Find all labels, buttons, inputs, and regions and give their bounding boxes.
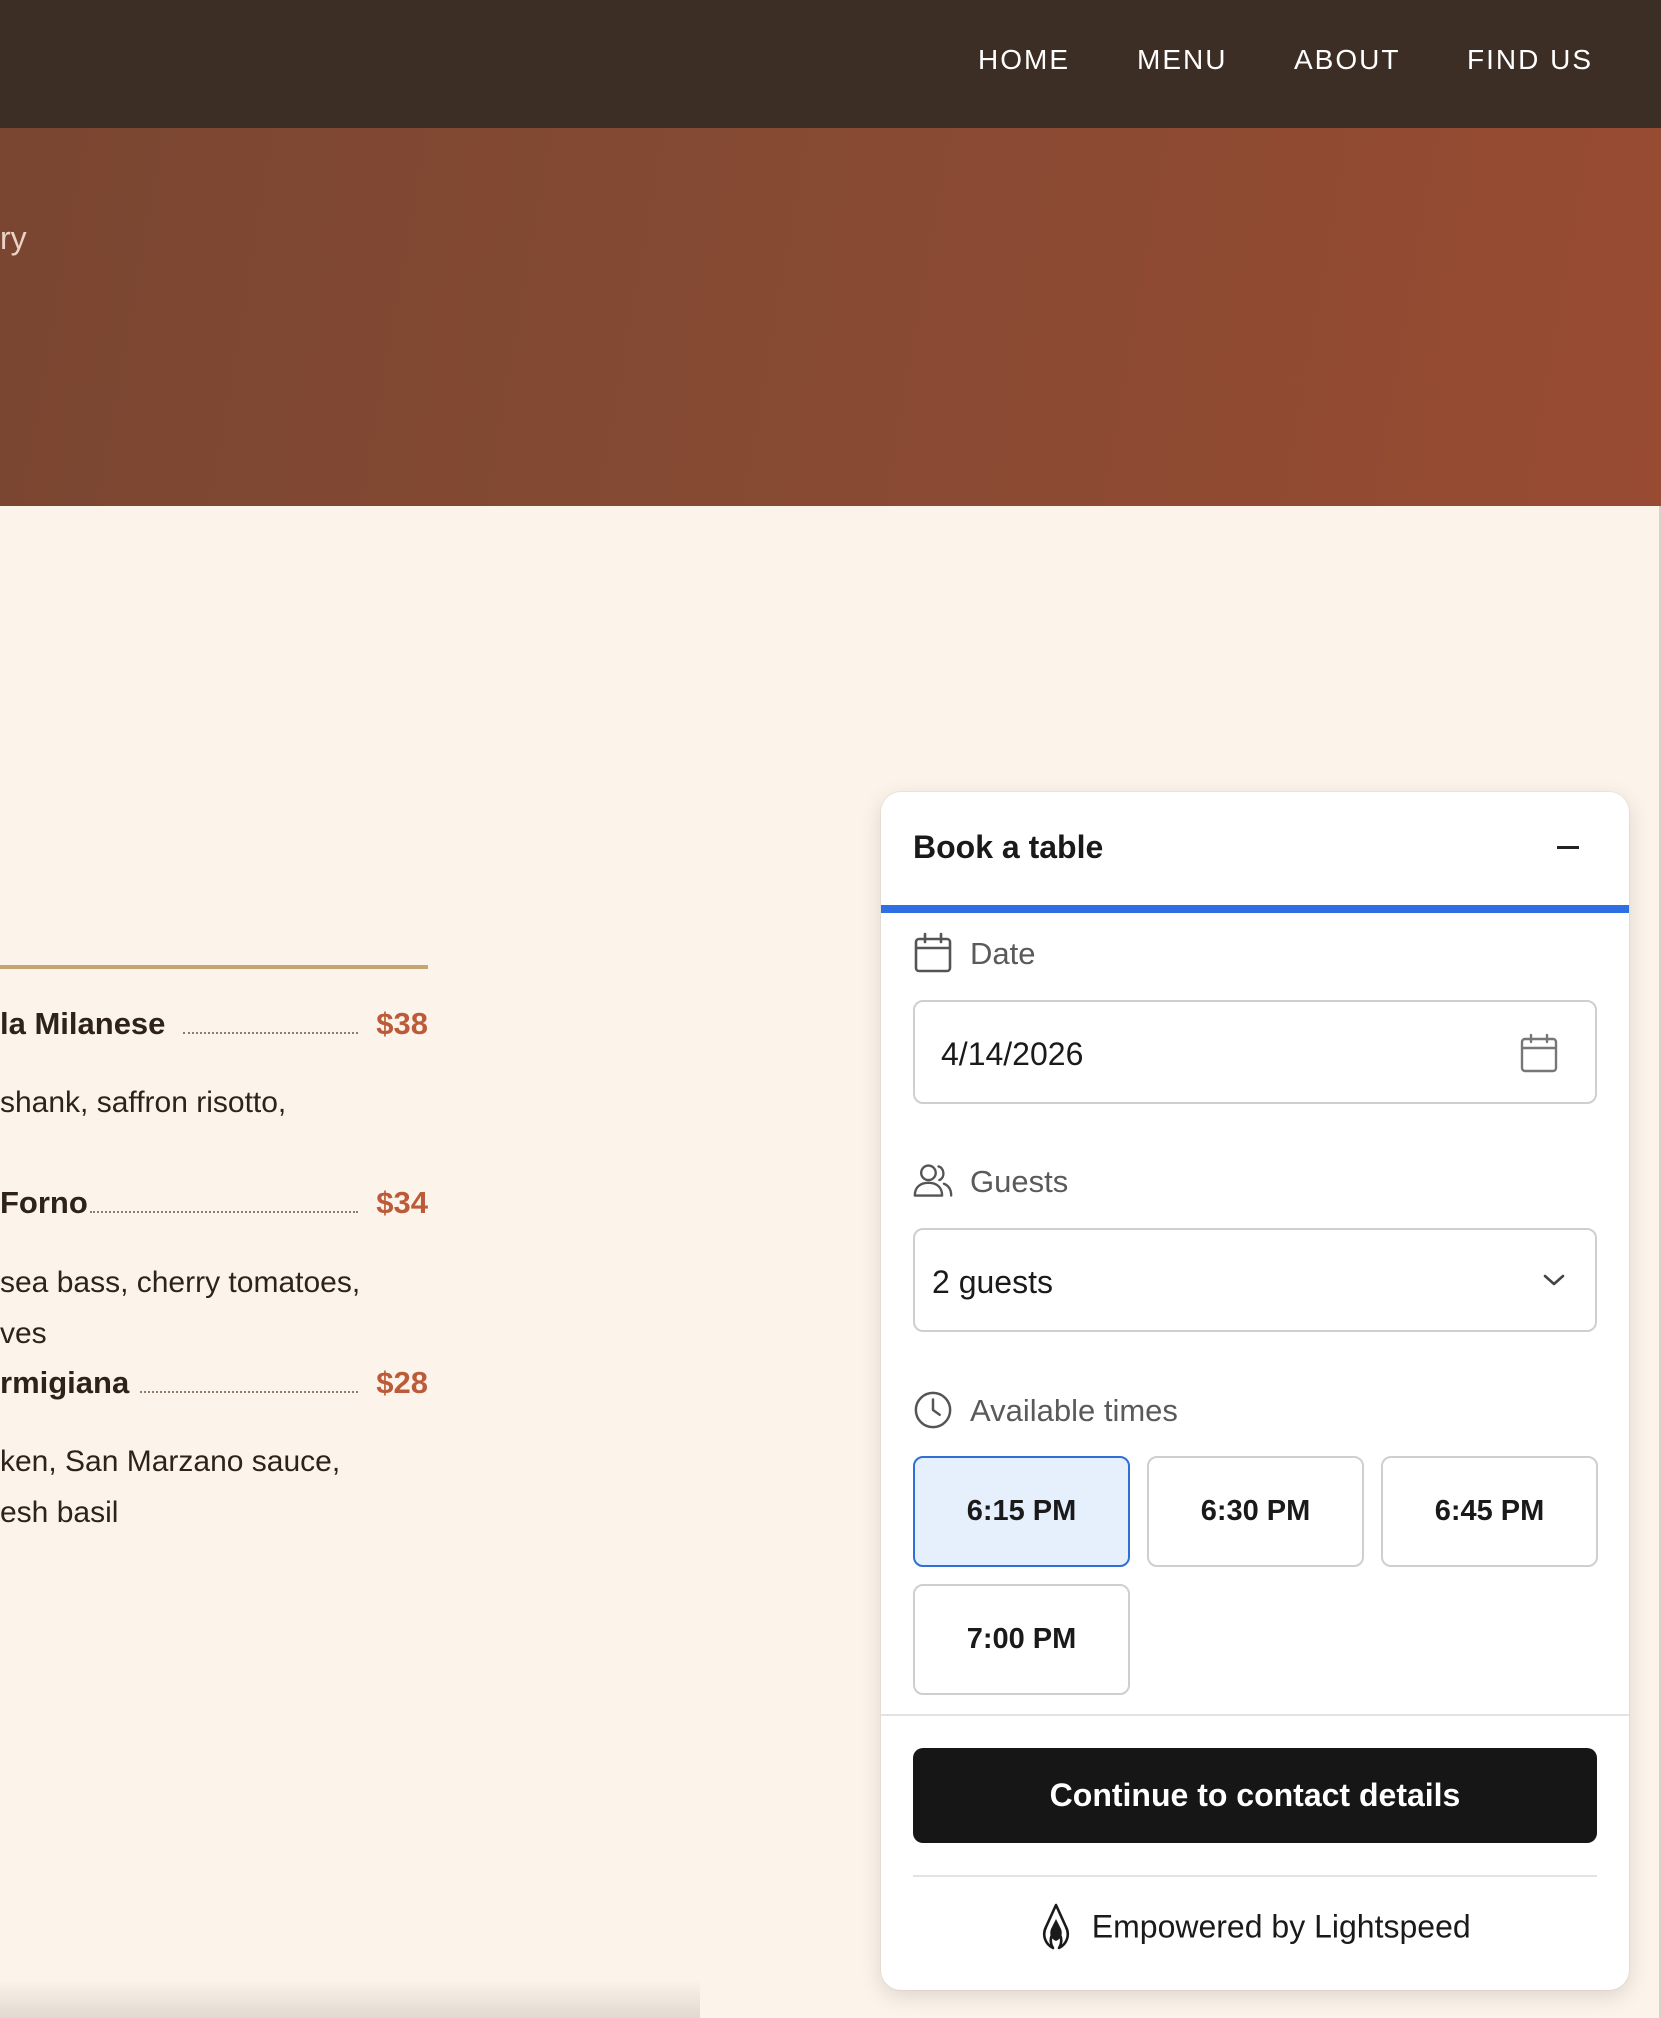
menu-item-leader-dots [183, 1032, 358, 1034]
guests-label-text: Guests [970, 1164, 1069, 1199]
page-bottom-shadow [0, 1980, 700, 2018]
time-slot-button[interactable]: 6:30 PM [1147, 1456, 1364, 1567]
menu-item-name: rmigiana [0, 1365, 130, 1400]
continue-to-contact-details-button[interactable]: Continue to contact details [913, 1748, 1597, 1843]
menu-item: Forno $34 [0, 1185, 428, 1229]
date-input[interactable]: 4/14/2026 [913, 1000, 1597, 1104]
menu-item-description: sea bass, cherry tomatoes, [0, 1266, 361, 1299]
menu-item: rmigiana $28 [0, 1365, 428, 1409]
chevron-down-icon [1543, 1274, 1565, 1286]
menu-item-price: $28 [376, 1365, 428, 1400]
date-input-value: 4/14/2026 [941, 1036, 1084, 1072]
powered-by-text: Empowered by Lightspeed [1091, 1908, 1471, 1945]
guests-label: Guests [913, 1159, 1313, 1203]
menu-item-description: esh basil [0, 1496, 119, 1529]
available-times-label-text: Available times [970, 1393, 1178, 1428]
powered-by-lightspeed[interactable]: Empowered by Lightspeed [881, 1903, 1629, 1953]
available-times-label: Available times [913, 1388, 1313, 1432]
hero-text-fragment: ry [0, 220, 27, 256]
booking-widget: Book a table Date 4/14/2026 Guests 2 gue… [881, 792, 1629, 1990]
nav-link-home[interactable]: HOME [978, 44, 1070, 76]
menu-item-price: $34 [376, 1185, 428, 1220]
nav-link-about[interactable]: ABOUT [1294, 44, 1400, 76]
time-slot-button[interactable]: 6:45 PM [1381, 1456, 1598, 1567]
minimize-button[interactable] [1549, 828, 1587, 866]
minus-icon [1557, 846, 1579, 849]
nav-link-find-us[interactable]: FIND US [1467, 44, 1593, 76]
time-slot-button[interactable]: 7:00 PM [913, 1584, 1130, 1695]
top-navigation: HOME MENU ABOUT FIND US [0, 0, 1661, 128]
booking-progress-fill [881, 905, 1629, 913]
menu-item-description: shank, saffron risotto, [0, 1086, 287, 1119]
menu-item-name: Forno [0, 1185, 88, 1220]
lightspeed-logo-icon [1043, 1903, 1070, 1950]
menu-item: la Milanese $38 [0, 1006, 428, 1050]
menu-item-price: $38 [376, 1006, 428, 1041]
guests-select[interactable]: 2 guests [913, 1228, 1597, 1332]
powered-divider [913, 1875, 1597, 1877]
time-slot-button[interactable]: 6:15 PM [913, 1456, 1130, 1567]
date-label: Date [913, 931, 1313, 975]
booking-widget-title: Book a table [913, 829, 1104, 865]
footer-divider [881, 1714, 1629, 1716]
nav-link-menu[interactable]: MENU [1137, 44, 1227, 76]
menu-item-name: la Milanese [0, 1006, 166, 1041]
booking-progress-bar [881, 905, 1629, 913]
calendar-icon [914, 932, 952, 973]
calendar-icon [1520, 1033, 1558, 1073]
guests-select-value: 2 guests [932, 1264, 1053, 1300]
menu-item-leader-dots [90, 1211, 358, 1213]
users-icon [913, 1164, 953, 1197]
menu-item-description: ken, San Marzano sauce, [0, 1445, 341, 1478]
menu-item-description: ves [0, 1317, 47, 1350]
date-label-text: Date [970, 936, 1036, 971]
clock-icon [914, 1391, 952, 1429]
hero-banner: ry [0, 128, 1661, 506]
menu-item-leader-dots [140, 1391, 358, 1393]
menu-section-divider [0, 965, 428, 969]
